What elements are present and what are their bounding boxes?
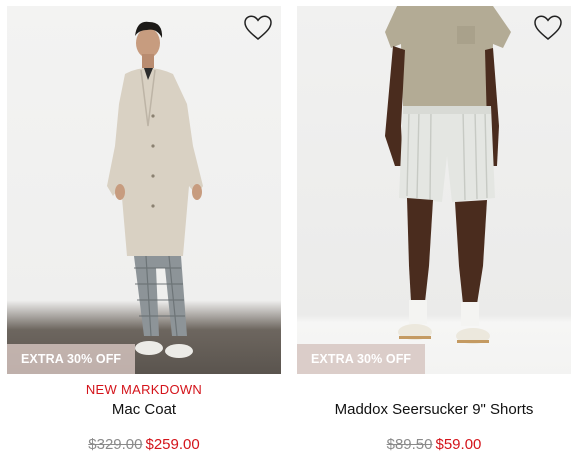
- heart-outline-icon: [244, 15, 272, 40]
- product-name[interactable]: Mac Coat: [7, 401, 281, 418]
- product-name[interactable]: Maddox Seersucker 9" Shorts: [297, 401, 571, 418]
- original-price: $329.00: [88, 436, 143, 453]
- sale-price: $259.00: [145, 436, 200, 453]
- product-photo-mac-coat: [107, 21, 203, 358]
- product-card[interactable]: EXTRA 30% OFF NEW MARKDOWN Mac Coat $329…: [7, 0, 281, 453]
- product-card[interactable]: EXTRA 30% OFF Maddox Seersucker 9" Short…: [297, 0, 571, 453]
- wishlist-button[interactable]: [243, 14, 273, 42]
- sale-price: $59.00: [435, 436, 482, 453]
- product-photo-seersucker-shorts: [385, 6, 511, 344]
- markdown-tag: NEW MARKDOWN: [85, 382, 203, 397]
- product-image[interactable]: EXTRA 30% OFF: [297, 6, 571, 374]
- price-row: $329.00 $259.00: [7, 436, 281, 453]
- promo-badge: EXTRA 30% OFF: [7, 344, 136, 374]
- wishlist-button[interactable]: [533, 14, 563, 42]
- product-image[interactable]: EXTRA 30% OFF: [7, 6, 281, 374]
- promo-badge: EXTRA 30% OFF: [297, 344, 426, 374]
- original-price: $89.50: [386, 436, 433, 453]
- price-row: $89.50 $59.00: [297, 436, 571, 453]
- heart-outline-icon: [534, 15, 562, 40]
